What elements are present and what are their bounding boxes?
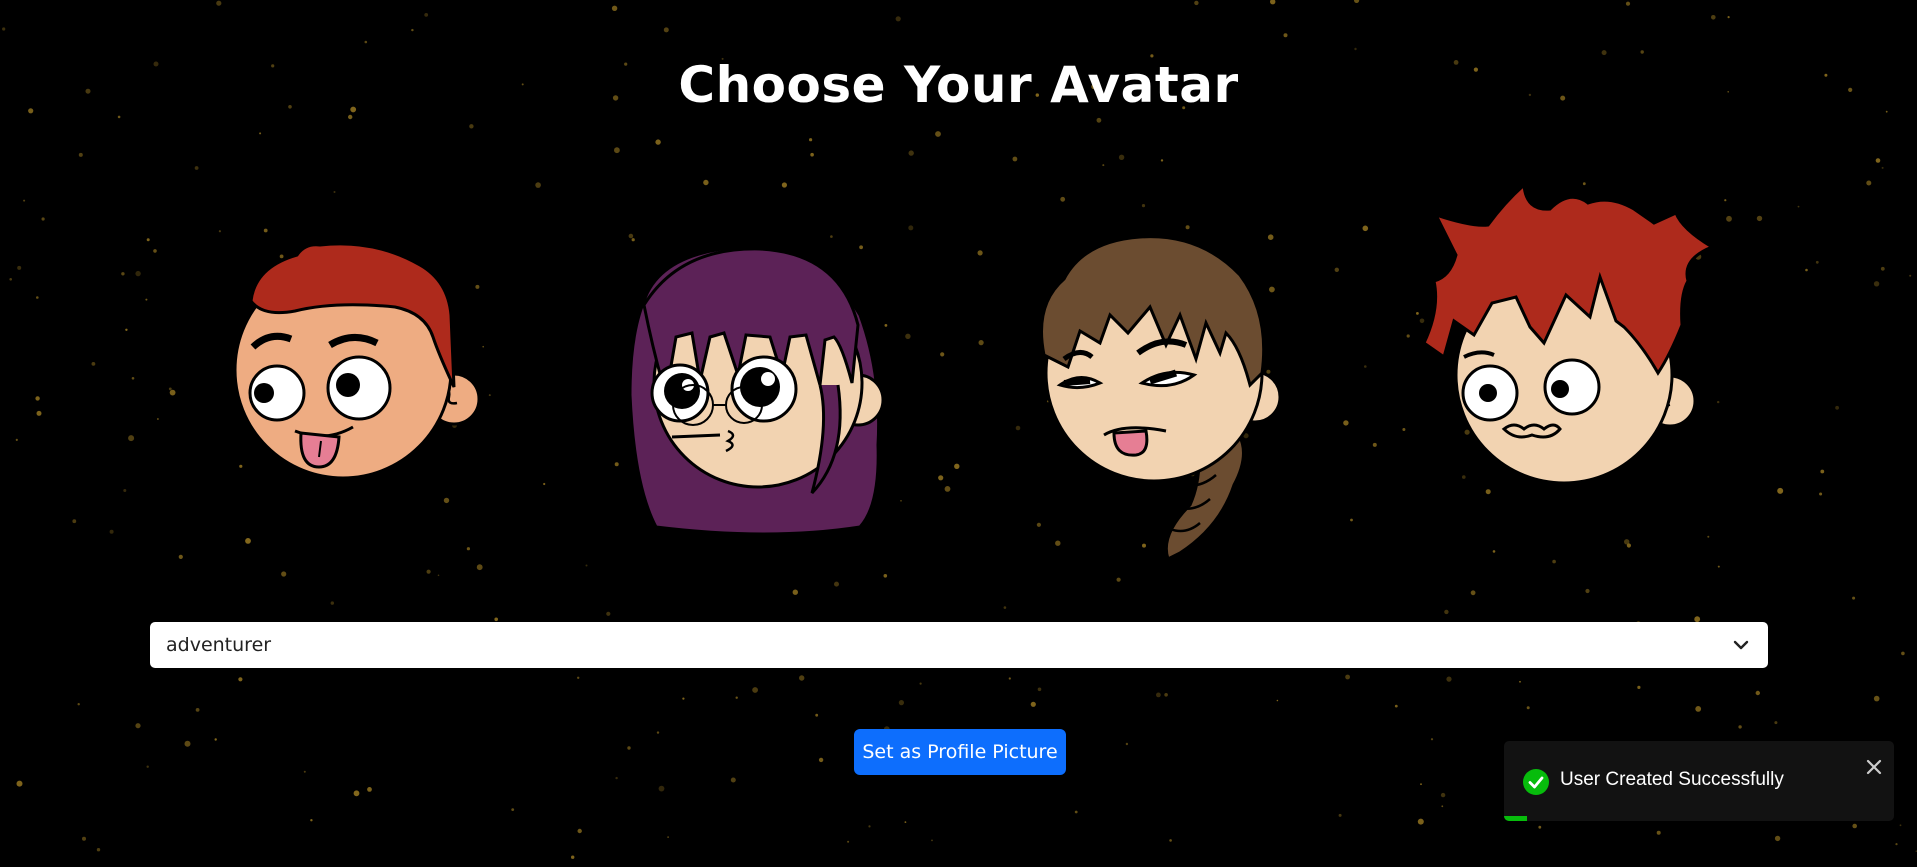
success-toast: User Created Successfully [1504, 741, 1894, 821]
toast-message: User Created Successfully [1560, 769, 1784, 790]
check-circle-icon [1523, 769, 1549, 795]
avatar-option-1[interactable] [225, 235, 485, 495]
chevron-down-icon [1733, 640, 1749, 650]
toast-progress-bar [1504, 816, 1528, 821]
close-icon[interactable] [1864, 757, 1884, 777]
avatar-style-selected-value: adventurer [166, 634, 272, 656]
set-profile-picture-button[interactable]: Set as Profile Picture [854, 729, 1066, 775]
avatar-option-2[interactable] [620, 245, 890, 535]
avatar-option-4[interactable] [1420, 185, 1720, 495]
avatar-style-select[interactable]: adventurer [150, 622, 1768, 668]
avatar-option-3[interactable] [1030, 235, 1300, 565]
